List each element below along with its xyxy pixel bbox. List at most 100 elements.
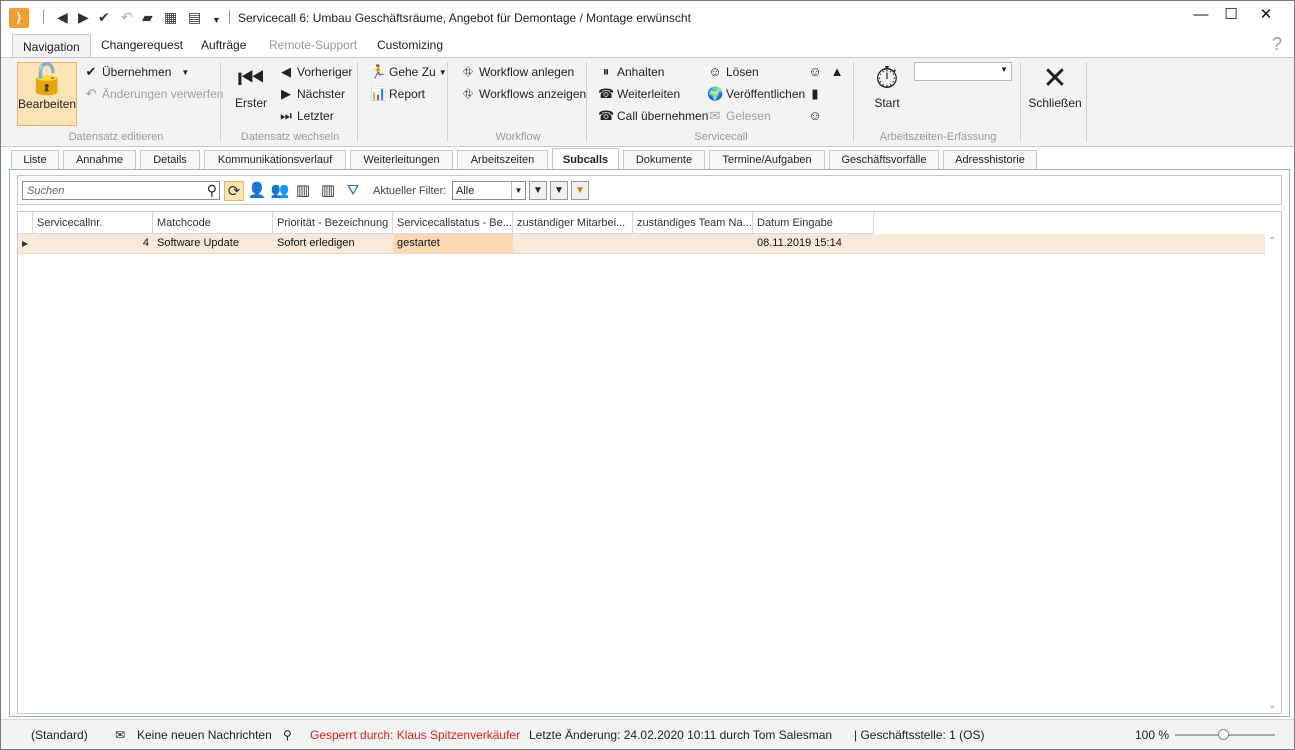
veroeffentlichen-button[interactable]: 🌍 Veröffentlichen: [707, 86, 805, 102]
tab-termine-aufgaben[interactable]: Termine/Aufgaben: [709, 150, 825, 170]
weiterleiten-button[interactable]: ☎ Weiterleiten: [598, 86, 680, 102]
messages-status[interactable]: Keine neuen Nachrichten: [137, 728, 272, 742]
filter-settings-icon[interactable]: ⛛: [343, 181, 363, 201]
vertical-scrollbar[interactable]: ⌃ ⌄: [1265, 234, 1281, 713]
column-header-prioritaet[interactable]: Priorität - Bezeichnung: [273, 212, 393, 234]
column-header-datum[interactable]: Datum Eingabe: [753, 212, 874, 234]
tab-arbeitszeiten[interactable]: Arbeitszeiten: [457, 150, 548, 170]
servicecall-action-4-button[interactable]: ☺: [807, 108, 826, 123]
branch-status: | Geschäftsstelle: 1 (OS): [854, 728, 985, 742]
search-icon[interactable]: ⚲: [283, 728, 292, 742]
cell-datum[interactable]: 08.11.2019 15:14: [753, 234, 874, 254]
zoom-slider[interactable]: [1175, 729, 1275, 740]
scroll-up-icon[interactable]: ⌃: [1268, 236, 1276, 247]
cell-matchcode[interactable]: Software Update: [153, 234, 273, 254]
calendar-icon[interactable]: ▦: [164, 9, 177, 25]
chevron-down-icon[interactable]: ▼: [511, 182, 525, 199]
gehe-zu-button[interactable]: 🏃 Gehe Zu ▼: [370, 64, 447, 80]
tab-navigation[interactable]: Navigation: [12, 34, 91, 58]
search-icon[interactable]: ⚲: [207, 182, 217, 199]
chat-icon[interactable]: ▰: [142, 9, 153, 25]
filter-building-icon[interactable]: ▥: [293, 181, 313, 201]
minimize-button[interactable]: —: [1186, 5, 1216, 25]
app-logo-icon[interactable]: ⟩: [9, 8, 29, 28]
cell-team[interactable]: [633, 234, 753, 254]
column-header-status[interactable]: Servicecallstatus - Be...: [393, 212, 513, 234]
filter-icon[interactable]: ▼: [529, 181, 547, 200]
users-icon[interactable]: 👥: [270, 181, 290, 201]
take-call-icon: ☎: [598, 108, 615, 123]
tab-customizing[interactable]: Customizing: [377, 38, 443, 52]
help-icon[interactable]: ?: [1272, 34, 1282, 55]
uebernehmen-button[interactable]: ✔ Übernehmen ▼: [83, 64, 190, 80]
refresh-icon[interactable]: ⟳: [224, 181, 244, 201]
column-header-team[interactable]: zuständiges Team Na...: [633, 212, 753, 234]
tab-auftraege[interactable]: Aufträge: [201, 38, 246, 52]
cell-prioritaet[interactable]: Sofort erledigen: [273, 234, 393, 254]
column-header-mitarbeiter[interactable]: zuständiger Mitarbei...: [513, 212, 633, 234]
naechster-button[interactable]: ▶ Nächster: [278, 86, 345, 102]
forward-icon[interactable]: ▶: [78, 9, 89, 25]
maximize-button[interactable]: ☐: [1216, 5, 1246, 25]
profile-status[interactable]: (Standard): [31, 728, 88, 742]
letzter-button[interactable]: ⏭ Letzter: [278, 108, 334, 124]
chevron-down-icon[interactable]: ▼: [181, 68, 189, 77]
check-icon[interactable]: ✔: [98, 9, 110, 25]
loesen-label: Lösen: [726, 64, 759, 79]
call-uebernehmen-label: Call übernehmen: [617, 109, 709, 123]
aenderungen-verwerfen-button[interactable]: ↶ Änderungen verwerfen: [83, 86, 224, 102]
chevron-down-icon[interactable]: ▼: [439, 68, 447, 77]
report-icon: 📊: [370, 86, 387, 101]
scroll-down-icon[interactable]: ⌄: [1268, 700, 1276, 711]
gelesen-button[interactable]: ✉ Gelesen: [707, 108, 771, 124]
search-placeholder: Suchen: [27, 185, 65, 197]
group-separator: [586, 62, 587, 142]
tab-annahme[interactable]: Annahme: [63, 150, 136, 170]
workflows-anzeigen-button[interactable]: ⛗ Workflows anzeigen: [460, 86, 586, 102]
servicecall-action-2-button[interactable]: ▲: [829, 64, 848, 79]
user-icon[interactable]: 👤: [247, 181, 267, 201]
cell-status[interactable]: gestartet: [393, 234, 513, 254]
tab-kommunikationsverlauf[interactable]: Kommunikationsverlauf: [204, 150, 346, 170]
tab-dokumente[interactable]: Dokumente: [623, 150, 705, 170]
customize-dropdown-icon[interactable]: ▼: [212, 12, 221, 28]
tab-subcalls[interactable]: Subcalls: [552, 148, 619, 170]
bearbeiten-button[interactable]: 🔓 Bearbeiten: [17, 62, 77, 126]
undo-icon[interactable]: ↶: [121, 9, 133, 25]
start-button[interactable]: ⏱ Start: [867, 62, 907, 110]
tab-adresshistorie[interactable]: Adresshistorie: [943, 150, 1037, 170]
cell-servicecallnr[interactable]: 4: [33, 234, 153, 254]
tab-details[interactable]: Details: [140, 150, 200, 170]
servicecall-action-1-button[interactable]: ☺: [807, 64, 826, 79]
column-header-servicecallnr[interactable]: Servicecallnr.: [33, 212, 153, 234]
close-window-button[interactable]: ✕: [1251, 5, 1281, 25]
arbeitszeit-combo[interactable]: ▼: [914, 62, 1012, 81]
filter-edit-icon[interactable]: ▼: [550, 181, 568, 200]
schliessen-button[interactable]: ✕ Schließen: [1028, 62, 1082, 110]
filter-clear-icon[interactable]: ▼: [571, 181, 589, 200]
call-uebernehmen-button[interactable]: ☎ Call übernehmen: [598, 108, 708, 124]
servicecall-action-3-button[interactable]: ▮: [807, 86, 826, 102]
zoom-slider-thumb[interactable]: [1218, 729, 1229, 740]
cell-mitarbeiter[interactable]: [513, 234, 633, 254]
filter-company-icon[interactable]: ▥: [318, 181, 338, 201]
column-header-matchcode[interactable]: Matchcode: [153, 212, 273, 234]
table-row[interactable]: ▶ 4 Software Update Sofort erledigen ges…: [18, 234, 1265, 254]
list-icon[interactable]: ▤: [188, 9, 201, 25]
loesen-button[interactable]: ☺ Lösen: [707, 64, 759, 79]
tab-liste[interactable]: Liste: [11, 150, 59, 170]
back-icon[interactable]: ◀: [57, 9, 68, 25]
search-input[interactable]: Suchen ⚲: [22, 181, 220, 200]
vorheriger-button[interactable]: ◀ Vorheriger: [278, 64, 352, 80]
erster-button[interactable]: ⏮ Erster: [231, 62, 271, 110]
tab-geschaeftsvorfaelle[interactable]: Geschäftsvorfälle: [829, 150, 939, 170]
anhalten-button[interactable]: ⏸ Anhalten: [598, 64, 665, 80]
tab-weiterleitungen[interactable]: Weiterleitungen: [350, 150, 453, 170]
letzter-label: Letzter: [297, 109, 334, 123]
tab-changerequest[interactable]: Changerequest: [101, 38, 183, 52]
workflow-anlegen-button[interactable]: ⛗ Workflow anlegen: [460, 64, 574, 80]
filter-select[interactable]: Alle ▼: [452, 181, 526, 200]
next-icon: ▶: [281, 86, 291, 101]
tab-remote-support[interactable]: Remote-Support: [269, 38, 357, 52]
report-button[interactable]: 📊 Report: [370, 86, 425, 102]
